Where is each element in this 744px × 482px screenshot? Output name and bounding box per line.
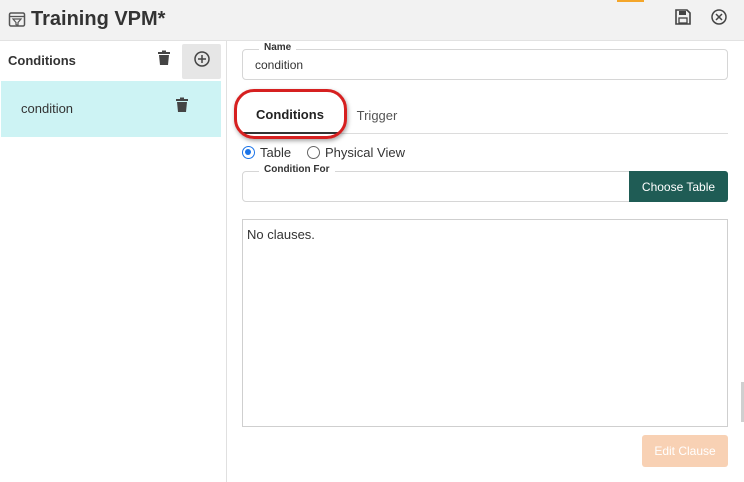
radio-table-label: Table [260,144,292,160]
condition-for-label: Condition For [259,164,335,175]
choose-table-button[interactable]: Choose Table [629,171,728,202]
condition-list-item-label: condition [21,101,74,116]
trash-icon [175,97,189,118]
name-field-value: condition [255,58,304,72]
sidebar-title: Conditions [8,53,76,68]
radio-physical-view-indicator[interactable] [307,145,320,159]
tab-conditions[interactable]: Conditions [242,96,338,134]
name-field-label: Name [259,42,297,53]
sidebar-header: Conditions [0,41,226,81]
name-field[interactable]: condition [242,49,728,80]
tab-trigger[interactable]: Trigger [342,96,412,134]
add-condition-button[interactable] [182,44,221,79]
radio-physical-view[interactable]: Physical View [307,144,405,160]
condition-for-field[interactable] [242,171,632,202]
title-bar: Training VPM* [0,0,744,41]
vpm-window-icon [8,11,26,29]
conditions-sidebar: Conditions condition [0,41,227,482]
close-circle-icon [710,8,728,31]
delete-condition-button[interactable] [153,49,175,71]
add-circle-icon [193,50,211,73]
delete-list-item-button[interactable] [171,96,193,118]
edit-clause-button[interactable]: Edit Clause [642,435,728,467]
clauses-empty-text: No clauses. [247,227,315,242]
radio-table-indicator[interactable] [242,145,255,159]
radio-table[interactable]: Table [242,144,291,160]
save-icon [674,8,692,31]
trash-icon [157,50,171,71]
clauses-panel: No clauses. [242,219,728,427]
condition-list-item[interactable]: condition [1,81,221,137]
condition-tabs: Conditions Trigger [242,96,728,134]
title-accent-strip [617,0,644,2]
close-window-button[interactable] [708,8,730,30]
window-title: Training VPM* [31,8,166,30]
radio-physical-view-label: Physical View [325,144,405,160]
save-button[interactable] [672,8,694,30]
